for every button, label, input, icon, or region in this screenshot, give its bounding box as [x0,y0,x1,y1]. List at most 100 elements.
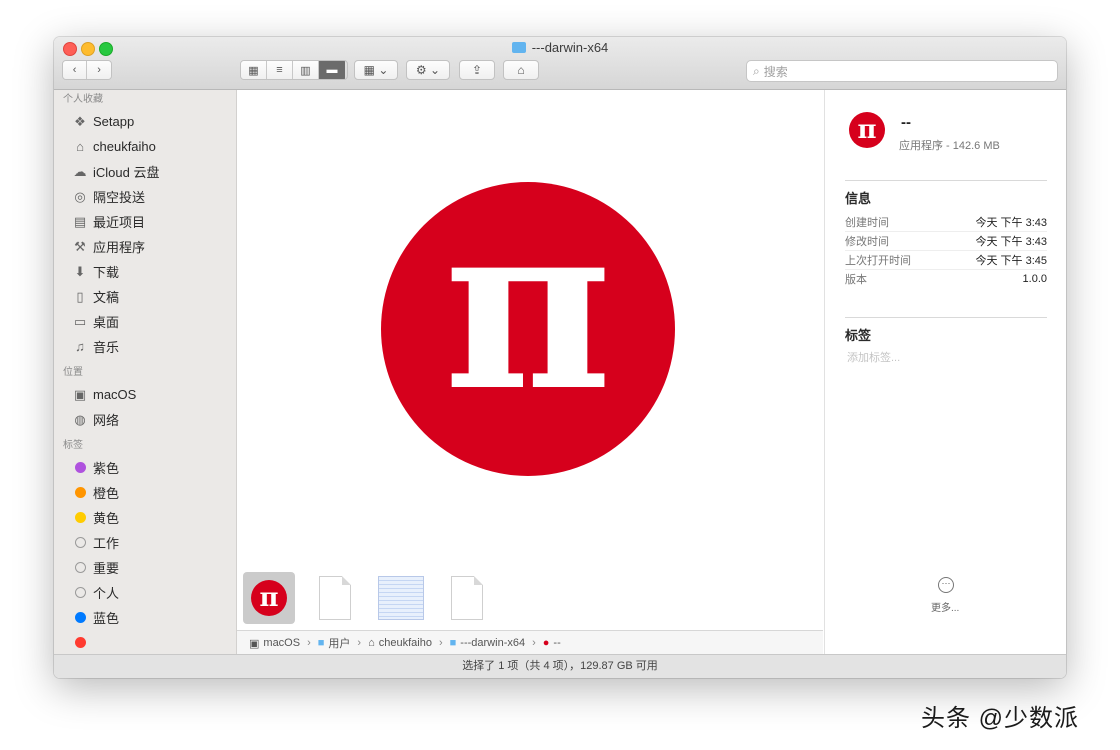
info-panel: π -- 应用程序 - 142.6 MB 信息 创建时间 今天 下午 3:43 修… [824,90,1066,655]
home-icon: ⌂ [368,637,375,649]
more-icon[interactable]: ··· [938,577,954,593]
sidebar-item-music[interactable]: ♫ 音乐 [54,334,236,359]
sidebar-item-network[interactable]: ◍ 网络 [54,407,236,432]
sidebar-item-tag-orange[interactable]: 橙色 [54,480,236,505]
tag-dot-icon [75,612,86,623]
sidebar-item-desktop[interactable]: ▭ 桌面 [54,309,236,334]
app-icon: ● [542,637,550,649]
home-icon: ⌂ [76,139,84,154]
column-view-icon[interactable]: ▥ [293,61,319,79]
gear-icon: ⚙ [415,63,427,77]
sidebar-item-applications[interactable]: ⚒ 应用程序 [54,234,236,259]
sidebar-item-airdrop[interactable]: ◎ 隔空投送 [54,184,236,209]
view-mode-segment: ▦ ≡ ▥ ▬ [240,60,348,80]
chevron-down-icon: ⌄ [378,63,389,77]
chevron-left-icon[interactable]: ‹ [63,61,88,79]
download-icon: ⬇ [74,263,86,279]
titlebar: ---darwin-x64 ‹ › ▦ ≡ ▥ ▬ ▦ ⌄ ⚙ ⌄ ⇪ ⌂ ⌕ … [54,37,1066,90]
share-icon: ⇪ [471,63,483,77]
sidebar: 个人收藏 ❖ Setapp ⌂ cheukfaiho ☁ iCloud 云盘 ◎ 隔空投… [54,90,237,655]
add-tags-field[interactable]: 添加标签... [847,349,900,365]
finder-window: ---darwin-x64 ‹ › ▦ ≡ ▥ ▬ ▦ ⌄ ⚙ ⌄ ⇪ ⌂ ⌕ … [54,37,1066,678]
watermark: 头条 @少数派 [921,705,1080,732]
sidebar-item-tag-yellow[interactable]: 黄色 [54,505,236,530]
applications-icon: ⚒ [74,238,86,254]
path-item[interactable]: macOS [263,637,300,649]
recents-icon: ▤ [73,213,87,229]
group-by-button[interactable]: ▦ ⌄ [354,60,398,80]
thumbnail-strip: π [243,572,493,624]
pi-app-icon: π [849,112,885,148]
sidebar-item-downloads[interactable]: ⬇ 下载 [54,259,236,284]
tags-button[interactable]: ⌂ [503,60,539,80]
tag-dot-icon [75,637,86,648]
sidebar-item-setapp[interactable]: ❖ Setapp [54,109,236,134]
gallery-view-icon[interactable]: ▬ [319,61,345,79]
app-name: -- [901,114,911,131]
sidebar-item-tag-blue[interactable]: 蓝色 [54,605,236,630]
tag-dot-icon [75,537,86,548]
path-bar: ▣ macOS › ■ 用户 › ⌂ cheukfaiho › ■ ---darwin-x64… [237,630,823,655]
sidebar-item-icloud[interactable]: ☁ iCloud 云盘 [54,159,236,184]
app-kind: 应用程序 - 142.6 MB [899,140,1000,152]
sidebar-item-tag-personal[interactable]: 个人 [54,580,236,605]
sidebar-item-documents[interactable]: ▯ 文稿 [54,284,236,309]
spreadsheet-icon [378,576,424,620]
path-separator: › [357,637,362,649]
music-icon: ♫ [75,339,85,354]
thumbnail-file[interactable] [309,572,361,624]
info-header: 信息 [845,191,872,206]
sidebar-item-tag-purple[interactable]: 紫色 [54,455,236,480]
folder-icon [511,42,526,53]
thumbnail-spreadsheet[interactable] [375,572,427,624]
tags-header: 标签 [845,328,872,343]
sidebar-item-macos[interactable]: ▣ macOS [54,382,236,407]
cloud-icon: ☁ [73,163,87,179]
path-item[interactable]: ---darwin-x64 [460,637,525,649]
status-bar: 选择了 1 项（共 4 项），129.87 GB 可用 [54,654,1066,678]
info-row-last-opened: 上次打开时间 今天 下午 3:45 [845,250,1047,270]
path-item[interactable]: 用户 [328,635,350,651]
documents-icon: ▯ [76,288,84,304]
sidebar-item-tag-important[interactable]: 重要 [54,555,236,580]
disk-icon: ▣ [249,637,260,650]
thumbnail-app[interactable]: π [243,572,295,624]
thumbnail-file[interactable] [441,572,493,624]
window-title: ---darwin-x64 [54,40,1066,55]
list-view-icon[interactable]: ≡ [267,61,293,79]
grid-icon: ▦ [363,63,375,77]
sidebar-header-tags: 标签 [63,440,83,451]
icon-view-icon[interactable]: ▦ [241,61,267,79]
chevron-right-icon[interactable]: › [87,61,111,79]
info-row-modified: 修改时间 今天 下午 3:43 [845,231,1047,251]
divider [845,180,1047,181]
info-row-version: 版本 1.0.0 [845,272,1047,286]
sidebar-header-favorites: 个人收藏 [63,94,103,105]
search-input[interactable]: ⌕ 搜索 [746,60,1058,82]
action-button[interactable]: ⚙ ⌄ [406,60,450,80]
info-row-created: 创建时间 今天 下午 3:43 [845,212,1047,232]
tag-dot-icon [75,587,86,598]
network-icon: ◍ [74,411,86,427]
sidebar-item-tag-work[interactable]: 工作 [54,530,236,555]
sidebar-header-locations: 位置 [63,367,83,378]
sidebar-item-home[interactable]: ⌂ cheukfaiho [54,134,236,159]
path-item[interactable]: -- [553,637,560,649]
desktop-icon: ▭ [73,313,87,329]
path-separator: › [532,637,536,649]
app-preview-icon: π [381,182,675,476]
document-icon [319,576,351,620]
pi-app-icon: π [251,580,287,616]
folder-icon: ■ [449,637,457,649]
tag-icon: ⌂ [517,63,525,77]
tag-dot-icon [75,462,86,473]
tag-dot-icon [75,512,86,523]
disk-icon: ▣ [73,386,87,402]
path-separator: › [438,637,443,649]
airdrop-icon: ◎ [74,188,86,204]
sidebar-item-recents[interactable]: ▤ 最近项目 [54,209,236,234]
path-item[interactable]: cheukfaiho [379,637,432,649]
share-button[interactable]: ⇪ [459,60,495,80]
sidebar-item-tag-red[interactable] [54,630,236,655]
more-label[interactable]: 更多... [931,599,959,614]
